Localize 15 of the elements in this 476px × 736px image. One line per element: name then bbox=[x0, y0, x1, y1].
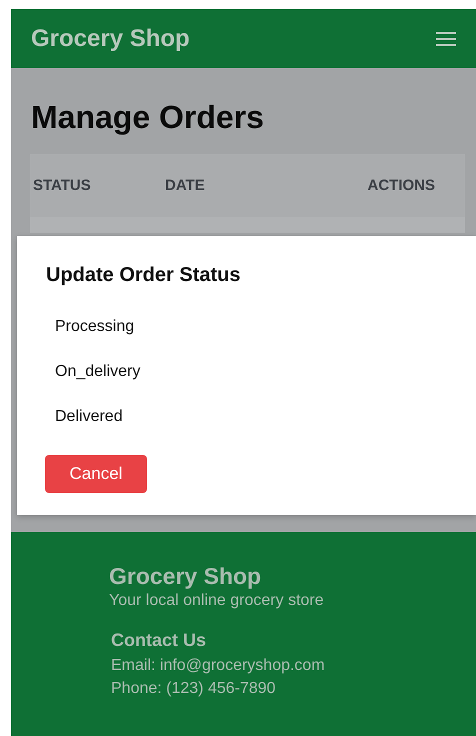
dialog-title: Update Order Status bbox=[46, 263, 242, 288]
cancel-button[interactable]: Cancel bbox=[45, 455, 147, 493]
contact-heading: Contact Us bbox=[111, 629, 208, 652]
status-option[interactable]: On_delivery bbox=[45, 349, 150, 394]
column-header: DATE bbox=[165, 176, 206, 196]
column-header: ACTIONS bbox=[368, 176, 435, 196]
contact-line: Phone: (123) 456-7890 bbox=[111, 679, 277, 700]
page-title: Manage Orders bbox=[30, 98, 265, 136]
footer-brand: Grocery Shop bbox=[109, 564, 262, 590]
menu-icon[interactable] bbox=[436, 32, 456, 46]
column-header: STATUS bbox=[33, 176, 92, 196]
status-option[interactable]: Delivered bbox=[45, 394, 133, 439]
contact-line: Email: info@groceryshop.com bbox=[111, 656, 326, 676]
footer-tagline: Your local online grocery store bbox=[109, 591, 325, 612]
status-option[interactable]: Processing bbox=[45, 304, 144, 349]
